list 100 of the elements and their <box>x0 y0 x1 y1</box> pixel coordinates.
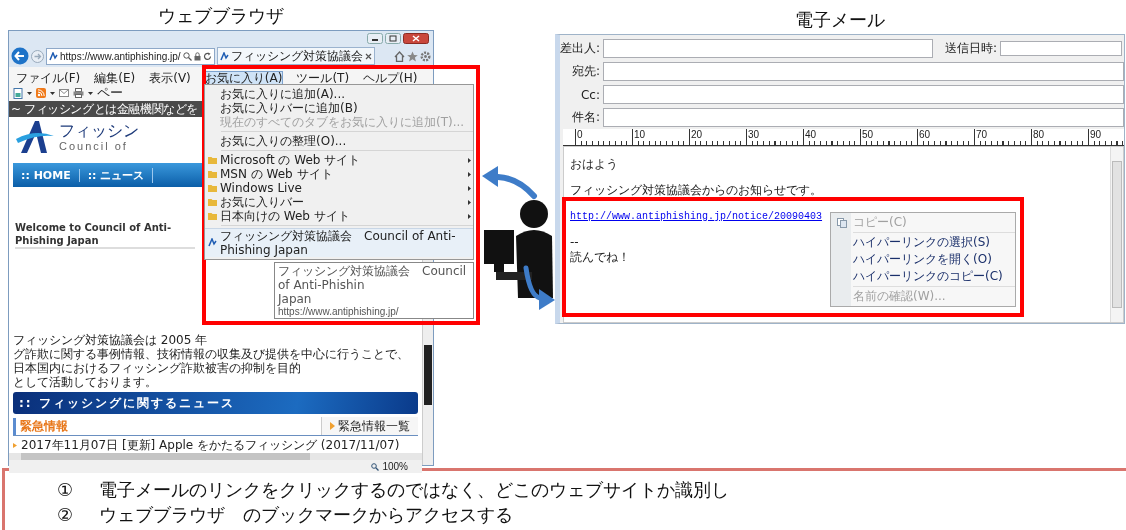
browser-tab[interactable]: フィッシング対策協議会 <box>216 47 375 65</box>
submenu-arrow-icon <box>468 199 471 205</box>
menu-item[interactable]: お気に入りバー <box>205 195 473 209</box>
site-icon <box>219 51 229 61</box>
menu-item[interactable]: ハイパーリンクのコピー(C) <box>831 268 1015 285</box>
input-field[interactable] <box>603 108 1124 127</box>
note-text: ウェブブラウザ のブックマークからアクセスする <box>99 503 513 527</box>
submenu-arrow-icon <box>468 185 471 191</box>
message-text: フィッシング対策協議会からのお知らせです。 <box>570 183 822 198</box>
dropdown-caret-icon[interactable] <box>88 91 93 95</box>
menu-bar-item[interactable]: 編集(E) <box>93 71 137 85</box>
banner-text: ~ フィッシングとは金融機関などを <box>11 102 199 116</box>
menu-item[interactable]: Microsoft の Web サイト <box>205 153 473 167</box>
list-link[interactable]: 緊急情報一覧 <box>321 417 418 435</box>
input-field[interactable] <box>603 62 1124 81</box>
submenu-arrow-icon <box>468 171 471 177</box>
site-icon <box>208 238 217 247</box>
field-label: Cc: <box>579 87 600 102</box>
section-title: ウェブブラウザ <box>158 5 284 26</box>
section-heading: 緊急情報 <box>13 417 68 435</box>
submenu-arrow-icon <box>468 213 471 219</box>
paragraph-text: フィッシング対策協議会は 2005 年 <box>13 333 209 347</box>
copy-icon <box>837 217 847 228</box>
menu-bar-item[interactable]: ツール(T) <box>295 71 351 85</box>
menu-item[interactable]: お気に入りの整理(O)... <box>205 134 473 148</box>
menu-item[interactable]: Windows Live <box>205 181 473 195</box>
curved-arrow <box>482 166 537 199</box>
curved-arrow <box>523 265 555 310</box>
zoom-level[interactable]: 100% <box>382 461 408 472</box>
settings-icon[interactable] <box>420 50 431 62</box>
printer-icon[interactable] <box>73 88 84 98</box>
menu-item[interactable]: MSN の Web サイト <box>205 167 473 181</box>
horizontal-scrollbar[interactable] <box>9 453 422 460</box>
field-label: 送信日時: <box>944 40 997 57</box>
ruler-number: 90 <box>1088 129 1126 141</box>
email-link[interactable]: http://www.antiphishing.jp/notice/20090403 <box>570 209 823 224</box>
ruler-number: 70 <box>974 129 1031 141</box>
menu-item[interactable]: ハイパーリンクを開く(O) <box>831 251 1015 268</box>
vertical-scrollbar[interactable] <box>1110 147 1123 322</box>
refresh-icon[interactable] <box>202 51 212 61</box>
close-icon[interactable] <box>403 32 429 44</box>
ruler-number: 0 <box>575 129 632 141</box>
menu-bar-item[interactable]: お気に入り(A) <box>203 71 284 85</box>
news-link[interactable]: 2017年11月07日 [更新] Apple をかたるフィッシング (2017/11/07) <box>21 438 400 453</box>
field-label: 件名: <box>570 109 600 126</box>
menu-item[interactable]: お気に入りに追加(A)... <box>205 87 473 101</box>
input-field[interactable] <box>603 85 1124 104</box>
ruler-number: 10 <box>632 129 689 141</box>
paragraph-text: として活動しております。 <box>13 375 158 389</box>
note-text: 電子メールのリンクをクリックするのではなく、どこのウェブサイトか識別し <box>99 478 729 502</box>
news-banner: :: フィッシングに関するニュース <box>13 392 418 414</box>
menu-bar-item[interactable]: ヘルプ(H) <box>362 71 419 85</box>
logo-title: フィッシン <box>59 122 139 140</box>
page-icon[interactable] <box>13 87 23 99</box>
menu-item[interactable]: お気に入りバーに追加(B) <box>205 101 473 115</box>
message-text: 読んでね！ <box>570 250 630 265</box>
section-title: 電子メール <box>795 9 885 30</box>
field-label: 宛先: <box>570 63 600 80</box>
paragraph-text: グ詐欺に関する事例情報、技術情報の収集及び提供を中心に行うことで、日本国内におけるフィッシング詐欺被害の抑制を目的 <box>13 347 410 375</box>
feed-icon[interactable] <box>36 88 46 98</box>
ruler-number: 40 <box>803 129 860 141</box>
submenu-arrow-icon <box>468 157 471 163</box>
ruler-number: 20 <box>689 129 746 141</box>
logo-icon <box>15 119 55 155</box>
bullet-icon <box>13 443 17 448</box>
menu-item[interactable]: 日本向けの Web サイト <box>205 209 473 223</box>
search-icon[interactable] <box>182 51 192 61</box>
minimize-icon[interactable] <box>367 32 383 44</box>
list-number: ② <box>57 503 75 527</box>
site-icon <box>49 51 58 61</box>
input-field[interactable] <box>603 39 933 58</box>
dropdown-caret-icon[interactable] <box>50 91 55 95</box>
ruler-number: 60 <box>917 129 974 141</box>
home-icon[interactable] <box>394 50 405 62</box>
menu-bar-item[interactable]: 表示(V) <box>148 71 192 85</box>
address-field[interactable]: https://www.antiphishing.jp/ <box>46 47 215 65</box>
tooltip-text: Japan <box>278 292 313 306</box>
input-field[interactable] <box>1000 41 1122 56</box>
menu-bar-item[interactable]: ファイル(F) <box>15 71 82 85</box>
dropdown-caret-icon[interactable] <box>27 91 32 95</box>
nav-link[interactable]: :: ニュース <box>79 167 154 183</box>
message-text: おはよう <box>570 157 618 172</box>
ruler-number: 30 <box>746 129 803 141</box>
logo-subtitle: Council of <box>59 140 129 152</box>
toolbar-label[interactable]: ペー <box>97 84 123 102</box>
zoom-icon[interactable] <box>371 462 380 471</box>
menu-item[interactable]: ハイパーリンクの選択(S) <box>831 234 1015 251</box>
field-label: 差出人: <box>560 40 600 57</box>
ruler-number: 50 <box>860 129 917 141</box>
mail-icon[interactable] <box>59 89 69 97</box>
message-text: -- <box>570 235 579 250</box>
menu-item[interactable]: フィッシング対策協議会 Council of Anti-Phishing Japan <box>205 228 473 257</box>
tooltip-text: フィッシング対策協議会 Council of Anti-Phishin <box>278 264 468 292</box>
ruler-number: 80 <box>1031 129 1088 141</box>
close-icon[interactable] <box>364 52 372 60</box>
tooltip-text: https://www.antiphishing.jp/ <box>278 306 400 317</box>
nav-link[interactable]: :: HOME <box>13 168 80 182</box>
star-icon[interactable] <box>407 50 418 62</box>
list-number: ① <box>57 478 75 502</box>
tab-title: フィッシング対策協議会 <box>230 47 363 65</box>
